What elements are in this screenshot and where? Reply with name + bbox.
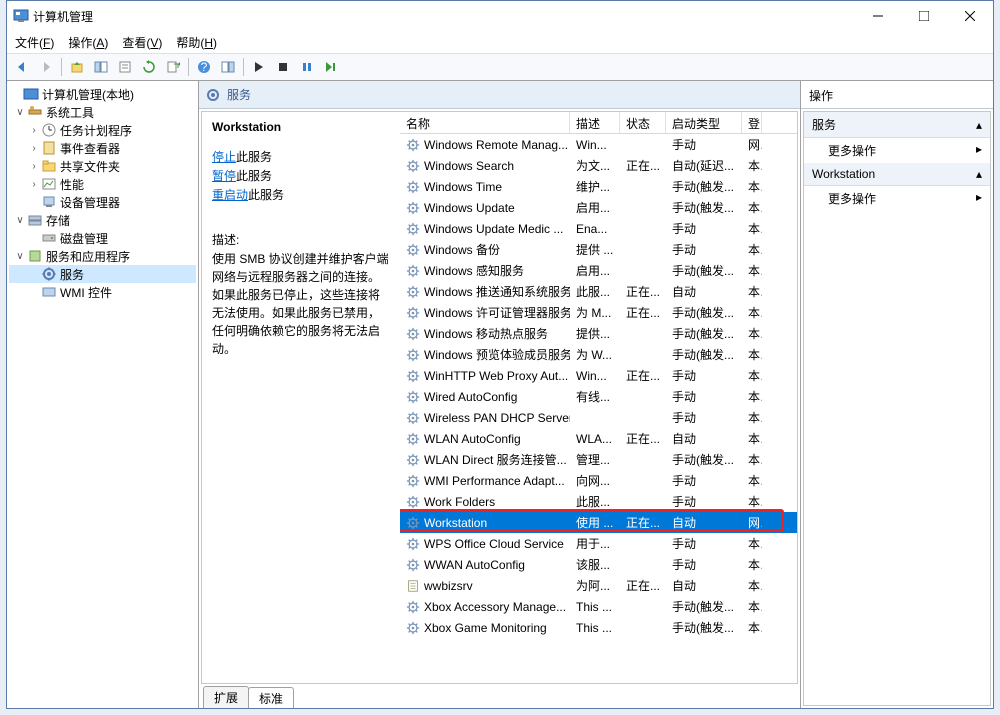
tab-standard[interactable]: 标准 bbox=[248, 687, 294, 708]
col-logon[interactable]: 登 bbox=[742, 112, 762, 133]
service-row[interactable]: Wireless PAN DHCP Server手动本 bbox=[400, 407, 797, 428]
description-label: 描述: bbox=[212, 231, 390, 248]
menubar: 文件(F) 操作(A) 查看(V) 帮助(H) bbox=[7, 31, 993, 53]
restart-service-button[interactable] bbox=[320, 56, 342, 78]
service-row[interactable]: Workstation使用 ...正在...自动网 bbox=[400, 512, 797, 533]
stop-service-button[interactable] bbox=[272, 56, 294, 78]
toolbar: ? bbox=[7, 53, 993, 81]
show-hide-action-pane[interactable] bbox=[217, 56, 239, 78]
actions-pane: 操作 服务▴ 更多操作▸ Workstation▴ 更多操作▸ bbox=[801, 81, 993, 708]
titlebar: 计算机管理 bbox=[7, 1, 993, 31]
action-more-2[interactable]: 更多操作▸ bbox=[804, 186, 990, 211]
service-row[interactable]: Windows 感知服务启用...手动(触发...本 bbox=[400, 260, 797, 281]
minimize-button[interactable] bbox=[855, 1, 901, 31]
actions-header: 操作 bbox=[801, 81, 993, 109]
center-pane: 服务 Workstation 停止此服务 暂停此服务 重启动此服务 描述: 使用… bbox=[199, 81, 801, 708]
pause-link[interactable]: 暂停 bbox=[212, 169, 236, 183]
service-row[interactable]: Windows 移动热点服务提供...手动(触发...本 bbox=[400, 323, 797, 344]
refresh-button[interactable] bbox=[138, 56, 160, 78]
col-startup-type[interactable]: 启动类型 bbox=[666, 112, 742, 133]
tree-device-manager[interactable]: 设备管理器 bbox=[9, 193, 196, 211]
window-title: 计算机管理 bbox=[33, 8, 93, 25]
export-button[interactable] bbox=[162, 56, 184, 78]
col-status[interactable]: 状态 bbox=[620, 112, 666, 133]
tree-root[interactable]: 计算机管理(本地) bbox=[9, 85, 196, 103]
maximize-button[interactable] bbox=[901, 1, 947, 31]
service-row[interactable]: Windows Time维护...手动(触发...本 bbox=[400, 176, 797, 197]
tree-shared-folders[interactable]: ›共享文件夹 bbox=[9, 157, 196, 175]
col-name[interactable]: 名称 bbox=[400, 112, 570, 133]
service-row[interactable]: Windows Update Medic ...Ena...手动本 bbox=[400, 218, 797, 239]
tree-disk-management[interactable]: 磁盘管理 bbox=[9, 229, 196, 247]
tree-task-scheduler[interactable]: ›任务计划程序 bbox=[9, 121, 196, 139]
show-hide-console-tree[interactable] bbox=[90, 56, 112, 78]
center-tabs: 扩展 标准 bbox=[199, 686, 800, 708]
close-button[interactable] bbox=[947, 1, 993, 31]
col-description[interactable]: 描述 bbox=[570, 112, 620, 133]
list-header: 名称 描述 状态 启动类型 登 bbox=[400, 112, 797, 134]
restart-link[interactable]: 重启动 bbox=[212, 188, 248, 202]
action-more-1[interactable]: 更多操作▸ bbox=[804, 138, 990, 163]
chevron-right-icon: ▸ bbox=[976, 142, 982, 159]
description-text: 使用 SMB 协议创建并维护客户端网络与远程服务器之间的连接。如果此服务已停止，… bbox=[212, 250, 390, 358]
up-button[interactable] bbox=[66, 56, 88, 78]
collapse-icon: ▴ bbox=[976, 118, 982, 132]
tree-services[interactable]: 服务 bbox=[9, 265, 196, 283]
window: 计算机管理 文件(F) 操作(A) 查看(V) 帮助(H) ? 计算机管理(本地… bbox=[6, 0, 994, 709]
service-row[interactable]: Xbox Accessory Manage...This ...手动(触发...… bbox=[400, 596, 797, 617]
menu-action[interactable]: 操作(A) bbox=[68, 34, 108, 51]
app-icon bbox=[13, 8, 29, 24]
menu-file[interactable]: 文件(F) bbox=[15, 34, 54, 51]
start-service-button[interactable] bbox=[248, 56, 270, 78]
properties-button[interactable] bbox=[114, 56, 136, 78]
service-row[interactable]: wwbizsrv为阿...正在...自动本 bbox=[400, 575, 797, 596]
back-button[interactable] bbox=[11, 56, 33, 78]
tree-wmi[interactable]: WMI 控件 bbox=[9, 283, 196, 301]
menu-help[interactable]: 帮助(H) bbox=[176, 34, 217, 51]
actions-section-workstation[interactable]: Workstation▴ bbox=[804, 163, 990, 186]
svg-text:?: ? bbox=[201, 60, 208, 74]
detail-pane: Workstation 停止此服务 暂停此服务 重启动此服务 描述: 使用 SM… bbox=[202, 112, 400, 683]
navigation-tree[interactable]: 计算机管理(本地) ∨系统工具 ›任务计划程序 ›事件查看器 ›共享文件夹 ›性… bbox=[7, 81, 199, 708]
service-row[interactable]: WWAN AutoConfig该服...手动本 bbox=[400, 554, 797, 575]
tree-system-tools[interactable]: ∨系统工具 bbox=[9, 103, 196, 121]
service-row[interactable]: Windows 预览体验成员服务为 W...手动(触发...本 bbox=[400, 344, 797, 365]
tree-storage[interactable]: ∨存储 bbox=[9, 211, 196, 229]
forward-button[interactable] bbox=[35, 56, 57, 78]
service-row[interactable]: Work Folders此服...手动本 bbox=[400, 491, 797, 512]
service-row[interactable]: WLAN AutoConfigWLA...正在...自动本 bbox=[400, 428, 797, 449]
service-row[interactable]: Xbox Game MonitoringThis ...手动(触发...本 bbox=[400, 617, 797, 638]
tree-services-apps[interactable]: ∨服务和应用程序 bbox=[9, 247, 196, 265]
pause-service-button[interactable] bbox=[296, 56, 318, 78]
tree-event-viewer[interactable]: ›事件查看器 bbox=[9, 139, 196, 157]
actions-section-services[interactable]: 服务▴ bbox=[804, 112, 990, 138]
service-row[interactable]: WinHTTP Web Proxy Aut...Win...正在...手动本 bbox=[400, 365, 797, 386]
service-row[interactable]: Windows 推送通知系统服务此服...正在...自动本 bbox=[400, 281, 797, 302]
menu-view[interactable]: 查看(V) bbox=[122, 34, 162, 51]
center-header: 服务 bbox=[199, 81, 800, 109]
service-row[interactable]: WLAN Direct 服务连接管...管理...手动(触发...本 bbox=[400, 449, 797, 470]
service-row[interactable]: Windows 备份提供 ...手动本 bbox=[400, 239, 797, 260]
tab-extended[interactable]: 扩展 bbox=[203, 686, 249, 708]
service-row[interactable]: Windows Search为文...正在...自动(延迟...本 bbox=[400, 155, 797, 176]
stop-link[interactable]: 停止 bbox=[212, 150, 236, 164]
service-row[interactable]: WPS Office Cloud Service用于...手动本 bbox=[400, 533, 797, 554]
service-row[interactable]: Windows 许可证管理器服务为 M...正在...手动(触发...本 bbox=[400, 302, 797, 323]
service-row[interactable]: Windows Update启用...手动(触发...本 bbox=[400, 197, 797, 218]
help-button[interactable]: ? bbox=[193, 56, 215, 78]
tree-performance[interactable]: ›性能 bbox=[9, 175, 196, 193]
services-icon bbox=[205, 87, 221, 103]
service-row[interactable]: Wired AutoConfig有线...手动本 bbox=[400, 386, 797, 407]
collapse-icon: ▴ bbox=[976, 167, 982, 181]
service-row[interactable]: WMI Performance Adapt...向网...手动本 bbox=[400, 470, 797, 491]
services-list[interactable]: 名称 描述 状态 启动类型 登 Windows Remote Manag...W… bbox=[400, 112, 797, 683]
selected-service-name: Workstation bbox=[212, 120, 390, 134]
service-row[interactable]: Windows Remote Manag...Win...手动网 bbox=[400, 134, 797, 155]
chevron-right-icon: ▸ bbox=[976, 190, 982, 207]
